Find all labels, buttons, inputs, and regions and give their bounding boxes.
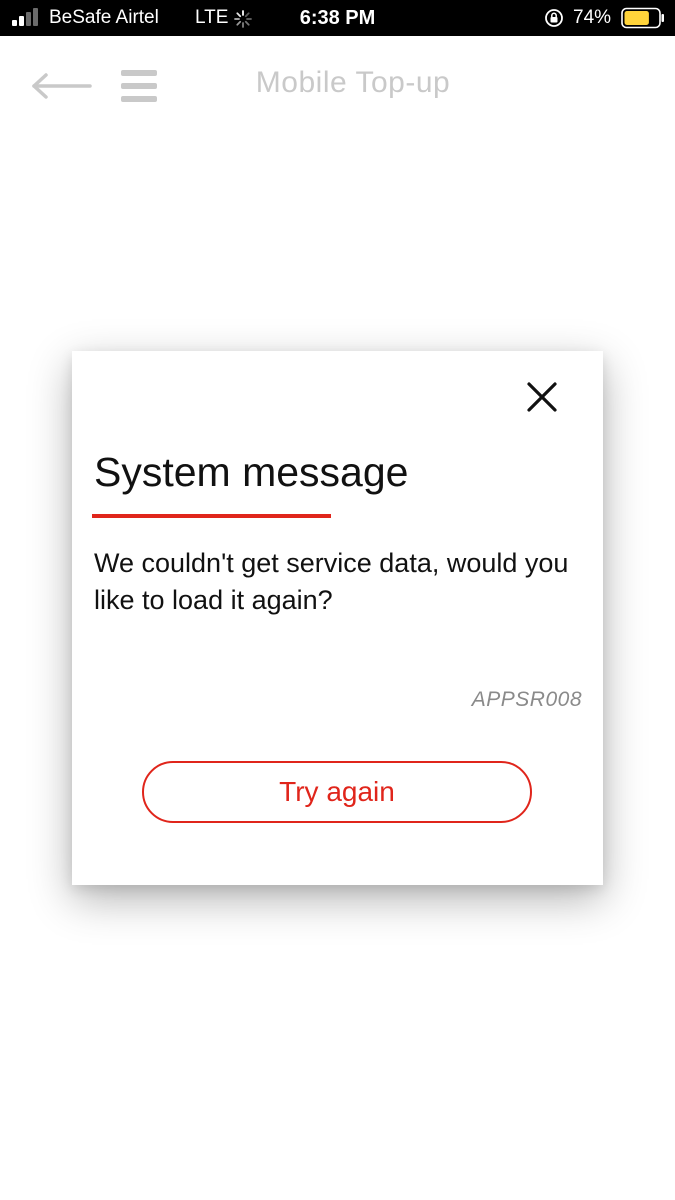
- dialog-title: System message: [94, 449, 409, 495]
- app-header: Mobile Top-up: [0, 36, 675, 136]
- battery-percentage: 74%: [573, 7, 612, 28]
- hamburger-menu-icon[interactable]: [121, 70, 157, 102]
- back-arrow-icon[interactable]: [28, 71, 94, 101]
- orientation-lock-icon: [545, 9, 563, 27]
- try-again-button[interactable]: Try again: [142, 761, 532, 823]
- page-title: Mobile Top-up: [255, 66, 451, 99]
- title-underline: [92, 514, 331, 518]
- dialog-message: We couldn't get service data, would you …: [94, 548, 569, 615]
- battery-fill: [624, 11, 649, 25]
- battery-icon: [621, 7, 664, 29]
- menu-line: [121, 83, 157, 89]
- menu-line: [121, 70, 157, 76]
- menu-line: [121, 96, 157, 102]
- error-code: APPSR008: [471, 688, 582, 711]
- close-icon[interactable]: [524, 379, 560, 415]
- system-message-dialog: System message We couldn't get service d…: [72, 351, 603, 885]
- status-bar: BeSafe Airtel LTE 6:38 PM 74%: [0, 0, 675, 36]
